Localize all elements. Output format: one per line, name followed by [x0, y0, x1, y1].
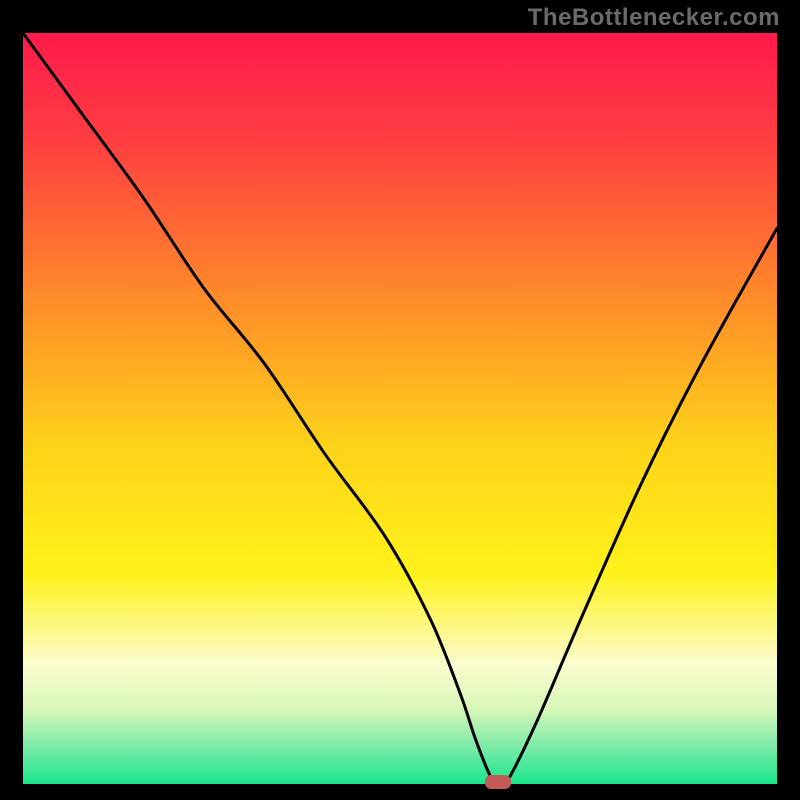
chart-container: TheBottlenecker.com: [0, 0, 800, 800]
optimal-point-marker: [485, 775, 511, 789]
bottleneck-chart: [0, 0, 800, 800]
chart-background: [23, 33, 777, 784]
